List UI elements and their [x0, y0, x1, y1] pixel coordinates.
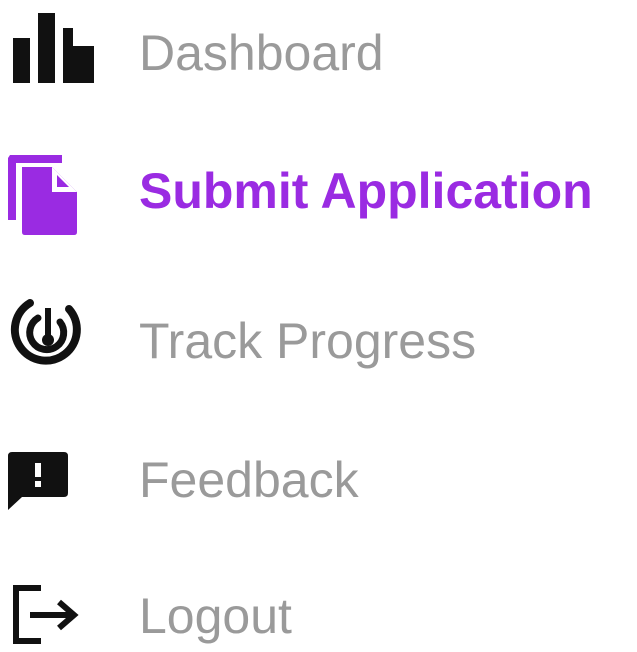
- nav-item-dashboard[interactable]: Dashboard: [0, 0, 637, 100]
- nav-item-label: Dashboard: [139, 25, 384, 81]
- nav-item-label: Track Progress: [139, 313, 477, 369]
- nav-item-label: Feedback: [139, 452, 359, 508]
- nav-item-label: Logout: [139, 588, 292, 644]
- document-copy-icon: [0, 140, 100, 240]
- sidebar-nav: Dashboard Submit Application Track Progr…: [0, 0, 637, 652]
- nav-item-feedback[interactable]: Feedback: [0, 430, 637, 530]
- nav-item-submit-application[interactable]: Submit Application: [0, 140, 637, 240]
- nav-item-label: Submit Application: [139, 163, 593, 219]
- nav-item-logout[interactable]: Logout: [0, 565, 637, 652]
- logout-icon: [0, 565, 100, 652]
- radar-target-icon: [0, 290, 100, 390]
- feedback-alert-icon: [0, 430, 100, 530]
- bar-chart-icon: [0, 0, 100, 100]
- nav-item-track-progress[interactable]: Track Progress: [0, 290, 637, 390]
